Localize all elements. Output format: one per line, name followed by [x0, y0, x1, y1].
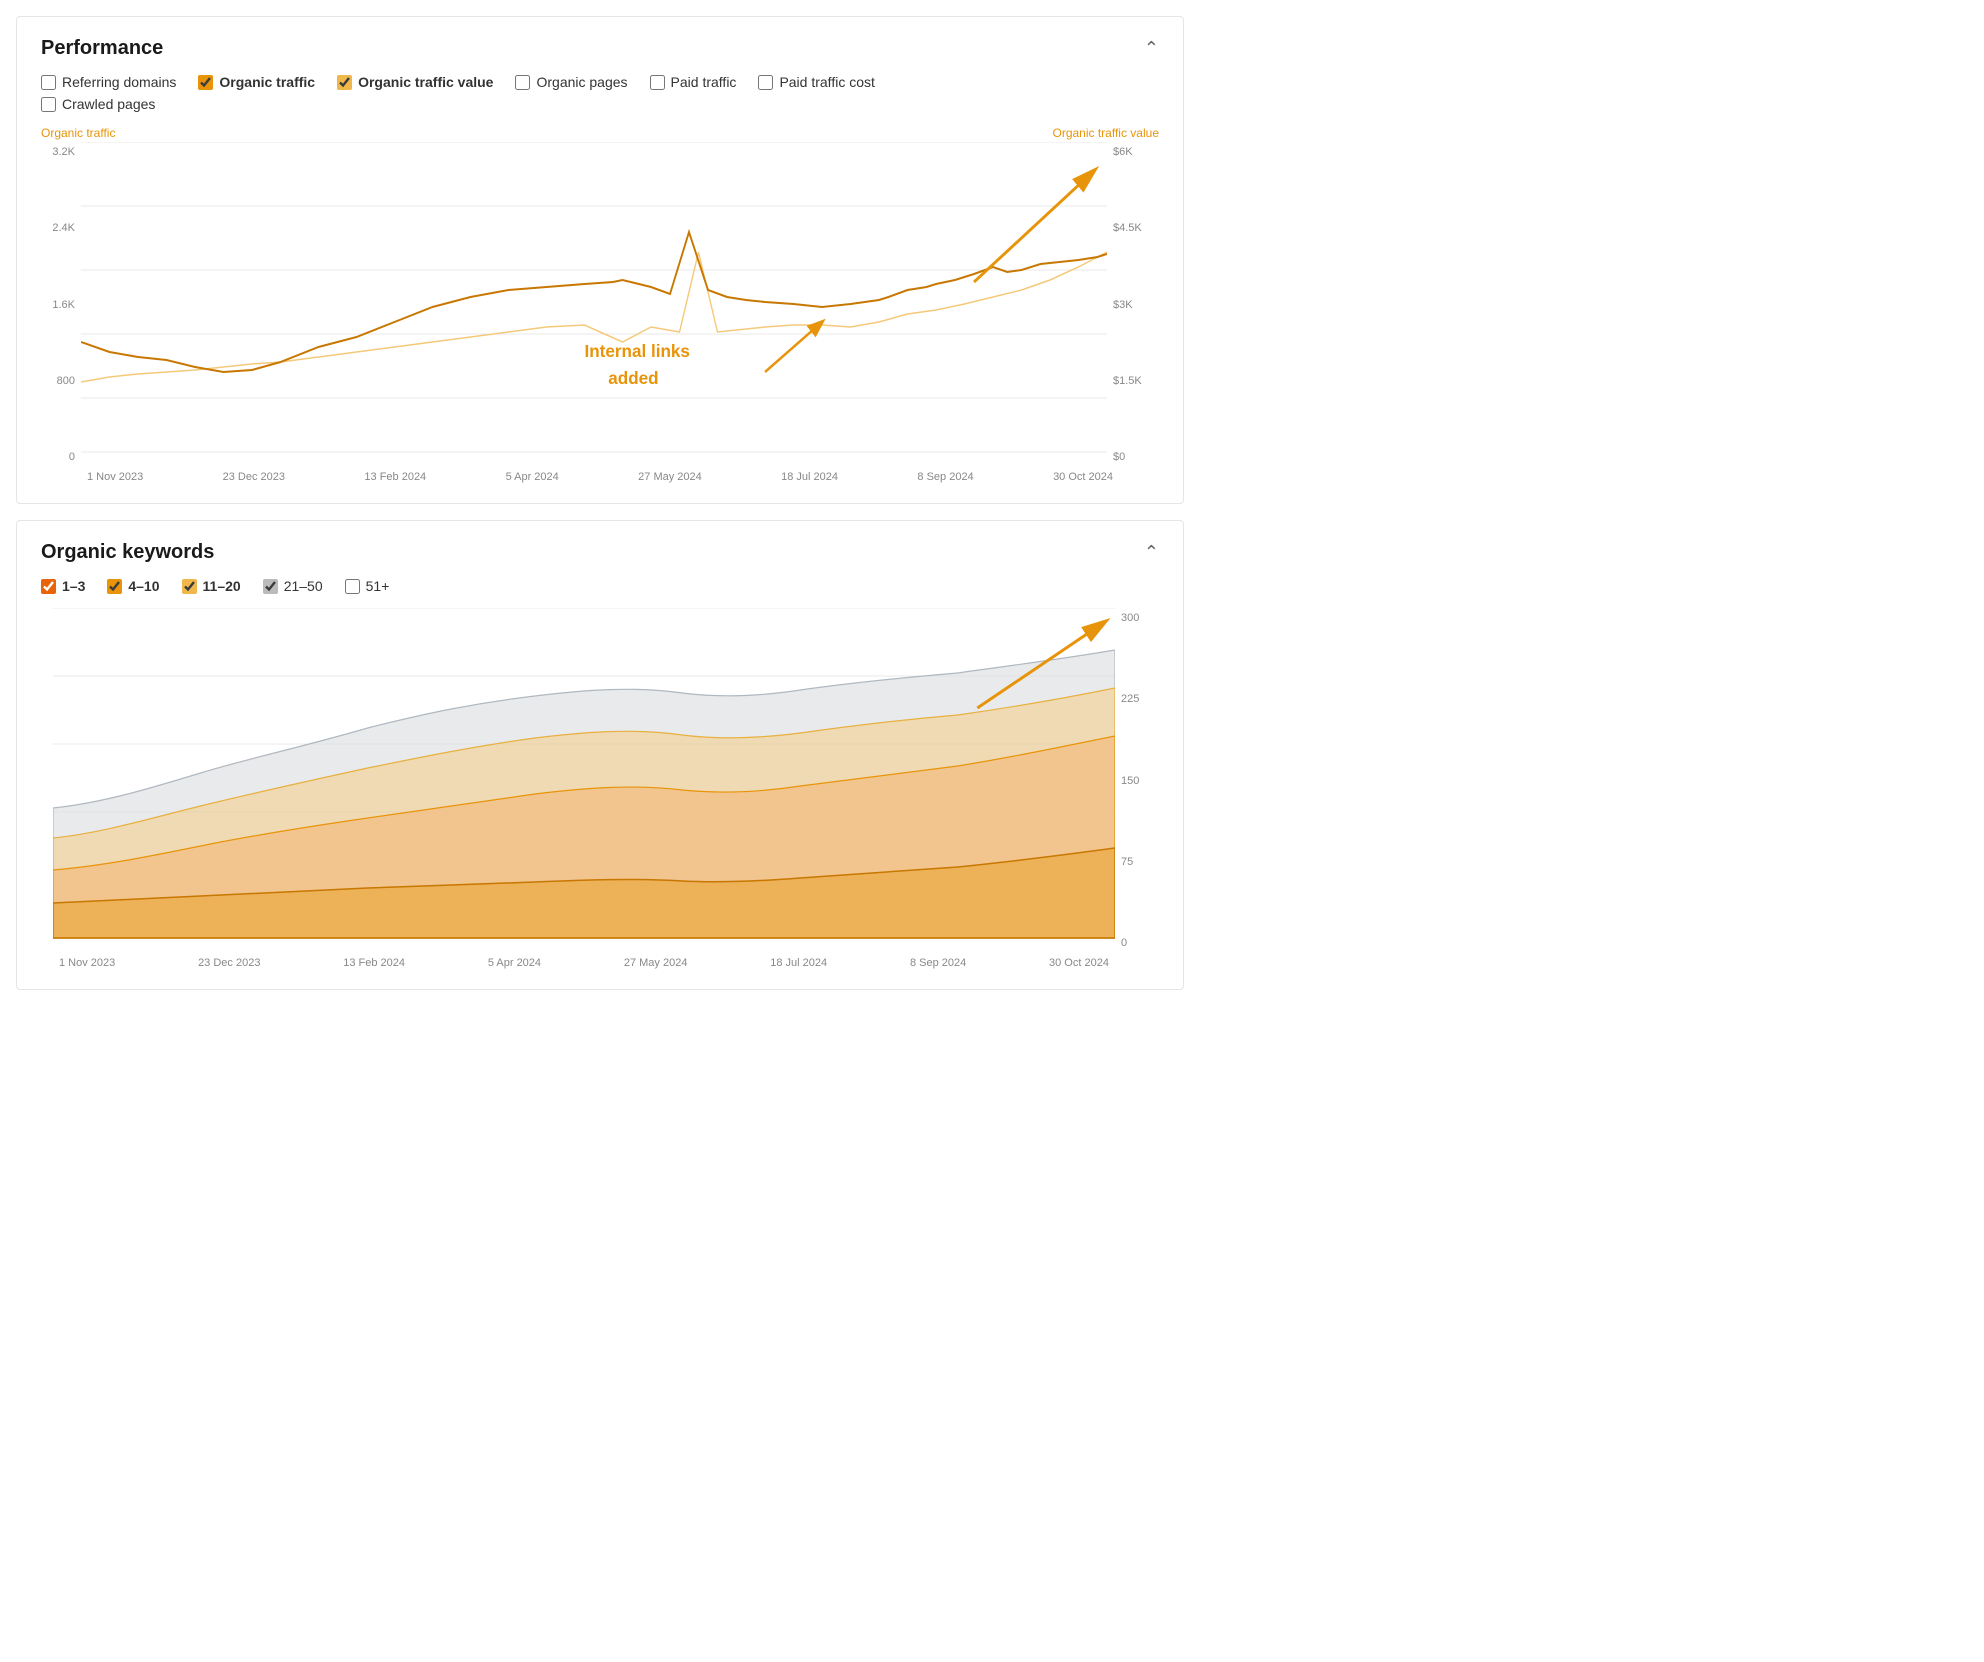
- x-label-oct24: 30 Oct 2024: [1053, 471, 1113, 483]
- performance-filters-row2: Crawled pages: [41, 96, 1159, 112]
- performance-axis-labels: Organic traffic Organic traffic value: [41, 126, 1159, 140]
- organic-traffic-value-line: [81, 252, 1107, 382]
- annotation-line2: added: [608, 368, 658, 389]
- y-left-0: 0: [41, 451, 75, 463]
- organic-keywords-chart-body: 300 225 150 75 0: [41, 608, 1159, 953]
- checkbox-organic-pages[interactable]: Organic pages: [515, 74, 627, 90]
- checkbox-paid-traffic-input[interactable]: [650, 75, 665, 90]
- checkbox-organic-pages-input[interactable]: [515, 75, 530, 90]
- checkbox-referring-domains-label: Referring domains: [62, 74, 176, 90]
- checkbox-paid-traffic-cost-label: Paid traffic cost: [779, 74, 874, 90]
- checkbox-kw-4-10-label: 4–10: [128, 578, 159, 594]
- performance-right-axis-label: Organic traffic value: [1053, 126, 1160, 140]
- x-label-may24: 27 May 2024: [638, 471, 702, 483]
- x-label-feb24: 13 Feb 2024: [364, 471, 426, 483]
- performance-header: Performance ⌃: [41, 37, 1159, 60]
- kw-x-label-feb24: 13 Feb 2024: [343, 957, 405, 969]
- kw-x-label-may24: 27 May 2024: [624, 957, 688, 969]
- kw-y-right-225: 225: [1121, 693, 1159, 705]
- x-label-nov23: 1 Nov 2023: [87, 471, 143, 483]
- kw-x-label-jul24: 18 Jul 2024: [770, 957, 827, 969]
- annotation-line1: Internal links: [585, 341, 691, 362]
- checkbox-organic-traffic-value-input[interactable]: [337, 75, 352, 90]
- checkbox-organic-traffic-label: Organic traffic: [219, 74, 315, 90]
- performance-chart-body: 3.2K 2.4K 1.6K 800 0: [41, 142, 1159, 467]
- organic-keywords-header: Organic keywords ⌃: [41, 541, 1159, 564]
- checkbox-kw-1-3-label: 1–3: [62, 578, 85, 594]
- x-label-sep24: 8 Sep 2024: [917, 471, 973, 483]
- checkbox-organic-traffic-value-label: Organic traffic value: [358, 74, 493, 90]
- checkbox-referring-domains[interactable]: Referring domains: [41, 74, 176, 90]
- kw-x-label-dec23: 23 Dec 2023: [198, 957, 260, 969]
- kw-x-label-apr24: 5 Apr 2024: [488, 957, 541, 969]
- organic-keywords-x-axis: 1 Nov 2023 23 Dec 2023 13 Feb 2024 5 Apr…: [41, 957, 1159, 969]
- y-right-6k: $6K: [1113, 146, 1159, 158]
- kw-y-right-300: 300: [1121, 612, 1159, 624]
- checkbox-kw-51plus-input[interactable]: [345, 579, 360, 594]
- checkbox-kw-1-3-input[interactable]: [41, 579, 56, 594]
- checkbox-paid-traffic-cost-input[interactable]: [758, 75, 773, 90]
- kw-y-right-0: 0: [1121, 937, 1159, 949]
- checkbox-kw-11-20[interactable]: 11–20: [182, 578, 241, 594]
- performance-left-axis-label: Organic traffic: [41, 126, 115, 140]
- checkbox-referring-domains-input[interactable]: [41, 75, 56, 90]
- kw-y-right-75: 75: [1121, 856, 1159, 868]
- checkbox-kw-21-50-input[interactable]: [263, 579, 278, 594]
- checkbox-kw-11-20-label: 11–20: [203, 578, 241, 594]
- performance-chart-svg-area: Internal links added: [81, 142, 1107, 467]
- y-left-1600: 1.6K: [41, 299, 75, 311]
- y-right-3k: $3K: [1113, 299, 1159, 311]
- kw-y-axis-spacer: [41, 608, 53, 953]
- organic-keywords-collapse-icon[interactable]: ⌃: [1144, 542, 1159, 563]
- organic-keywords-filters: 1–3 4–10 11–20 21–50 51+: [41, 578, 1159, 594]
- checkbox-kw-4-10[interactable]: 4–10: [107, 578, 159, 594]
- performance-y-axis-right: $6K $4.5K $3K $1.5K $0: [1107, 142, 1159, 467]
- checkbox-organic-traffic-input[interactable]: [198, 75, 213, 90]
- checkbox-organic-pages-label: Organic pages: [536, 74, 627, 90]
- checkbox-kw-21-50-label: 21–50: [284, 578, 323, 594]
- kw-y-right-150: 150: [1121, 775, 1159, 787]
- performance-title: Performance: [41, 37, 163, 60]
- y-left-800: 800: [41, 375, 75, 387]
- y-left-3200: 3.2K: [41, 146, 75, 158]
- y-right-45k: $4.5K: [1113, 222, 1159, 234]
- checkbox-paid-traffic-label: Paid traffic: [671, 74, 737, 90]
- checkbox-kw-21-50[interactable]: 21–50: [263, 578, 323, 594]
- x-label-apr24: 5 Apr 2024: [506, 471, 559, 483]
- checkbox-kw-11-20-input[interactable]: [182, 579, 197, 594]
- checkbox-kw-1-3[interactable]: 1–3: [41, 578, 85, 594]
- organic-keywords-section: Organic keywords ⌃ 1–3 4–10 11–20 21–50 …: [16, 520, 1184, 990]
- performance-section: Performance ⌃ Referring domains Organic …: [16, 16, 1184, 504]
- checkbox-kw-51plus-label: 51+: [366, 578, 390, 594]
- performance-svg: Internal links added: [81, 142, 1107, 462]
- checkbox-crawled-pages-input[interactable]: [41, 97, 56, 112]
- kw-y-axis-right: 300 225 150 75 0: [1115, 608, 1159, 953]
- checkbox-kw-4-10-input[interactable]: [107, 579, 122, 594]
- x-label-dec23: 23 Dec 2023: [223, 471, 285, 483]
- checkbox-paid-traffic-cost[interactable]: Paid traffic cost: [758, 74, 874, 90]
- checkbox-kw-51plus[interactable]: 51+: [345, 578, 390, 594]
- performance-chart: Organic traffic Organic traffic value 3.…: [41, 126, 1159, 483]
- kw-x-label-oct24: 30 Oct 2024: [1049, 957, 1109, 969]
- y-right-0: $0: [1113, 451, 1159, 463]
- checkbox-organic-traffic[interactable]: Organic traffic: [198, 74, 315, 90]
- organic-keywords-svg-area: [53, 608, 1115, 953]
- performance-x-axis: 1 Nov 2023 23 Dec 2023 13 Feb 2024 5 Apr…: [41, 471, 1159, 483]
- organic-keywords-chart: 300 225 150 75 0 1 Nov 2023 23 Dec 2023 …: [41, 608, 1159, 969]
- checkbox-paid-traffic[interactable]: Paid traffic: [650, 74, 737, 90]
- annotation-arrow: [765, 322, 822, 372]
- checkbox-organic-traffic-value[interactable]: Organic traffic value: [337, 74, 493, 90]
- kw-x-label-sep24: 8 Sep 2024: [910, 957, 966, 969]
- kw-x-label-nov23: 1 Nov 2023: [59, 957, 115, 969]
- organic-keywords-svg: [53, 608, 1115, 948]
- y-left-2400: 2.4K: [41, 222, 75, 234]
- x-label-jul24: 18 Jul 2024: [781, 471, 838, 483]
- checkbox-crawled-pages[interactable]: Crawled pages: [41, 96, 155, 112]
- performance-y-axis-left: 3.2K 2.4K 1.6K 800 0: [41, 142, 81, 467]
- checkbox-crawled-pages-label: Crawled pages: [62, 96, 155, 112]
- performance-filters-row1: Referring domains Organic traffic Organi…: [41, 74, 1159, 90]
- performance-collapse-icon[interactable]: ⌃: [1144, 38, 1159, 59]
- y-right-15k: $1.5K: [1113, 375, 1159, 387]
- organic-keywords-title: Organic keywords: [41, 541, 214, 564]
